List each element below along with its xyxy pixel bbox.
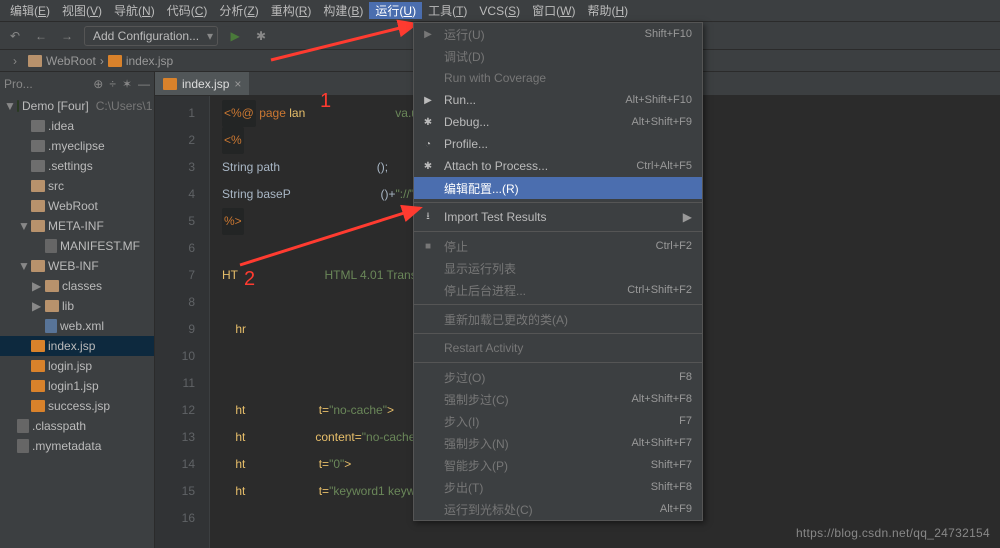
tree-.idea[interactable]: .idea xyxy=(0,116,154,136)
tree-web.xml[interactable]: web.xml xyxy=(0,316,154,336)
tree-MANIFEST.MF[interactable]: MANIFEST.MF xyxy=(0,236,154,256)
tree-WebRoot[interactable]: WebRoot xyxy=(0,196,154,216)
menuitem-运行(U): ▶运行(U)Shift+F10 xyxy=(414,23,702,45)
menuitem-重新加载已更改的类(A): 重新加载已更改的类(A) xyxy=(414,308,702,330)
menuitem-强制步过(C): 强制步过(C)Alt+Shift+F8 xyxy=(414,388,702,410)
collapse-icon[interactable]: ÷ xyxy=(109,77,116,91)
menuitem-调试(D): 调试(D) xyxy=(414,45,702,67)
menu-3[interactable]: 代码(C) xyxy=(161,2,214,19)
menu-10[interactable]: 窗口(W) xyxy=(526,2,581,19)
crumb-file[interactable]: index.jsp xyxy=(126,54,173,68)
project-sidebar: Pro... ⊕ ÷ ✶ — ▼Demo [Four]C:\Users\1.id… xyxy=(0,72,155,548)
annotation-number-1: 1 xyxy=(320,90,331,113)
tree-src[interactable]: src xyxy=(0,176,154,196)
tree-META-INF[interactable]: ▼META-INF xyxy=(0,216,154,236)
run-config-dropdown[interactable]: Add Configuration... xyxy=(84,26,218,46)
tree-login1.jsp[interactable]: login1.jsp xyxy=(0,376,154,396)
tree-classes[interactable]: ▶classes xyxy=(0,276,154,296)
tree-WEB-INF[interactable]: ▼WEB-INF xyxy=(0,256,154,276)
undo-icon[interactable]: ↶ xyxy=(6,27,24,45)
forward-icon[interactable]: → xyxy=(58,27,76,45)
menu-2[interactable]: 导航(N) xyxy=(108,2,161,19)
menu-1[interactable]: 视图(V) xyxy=(56,2,108,19)
menuitem-显示运行列表: 显示运行列表 xyxy=(414,257,702,279)
gear-icon[interactable]: ✶ xyxy=(122,77,132,91)
back-icon[interactable]: ← xyxy=(32,27,50,45)
menuitem-步过(O): 步过(O)F8 xyxy=(414,366,702,388)
tab-indexjsp[interactable]: index.jsp × xyxy=(155,72,249,95)
menu-0[interactable]: 编辑(E) xyxy=(4,2,56,19)
hide-icon[interactable]: — xyxy=(138,77,150,91)
run-menu[interactable]: ▶运行(U)Shift+F10调试(D)Run with Coverage▶Ru… xyxy=(413,22,703,521)
chevron-right-icon: › xyxy=(6,52,24,70)
tree-index.jsp[interactable]: index.jsp xyxy=(0,336,154,356)
menuitem-Restart Activity: Restart Activity xyxy=(414,337,702,359)
menuitem-步出(T): 步出(T)Shift+F8 xyxy=(414,476,702,498)
menu-8[interactable]: 工具(T) xyxy=(422,2,473,19)
menuitem-停止后台进程...: 停止后台进程...Ctrl+Shift+F2 xyxy=(414,279,702,301)
tree-login.jsp[interactable]: login.jsp xyxy=(0,356,154,376)
sidebar-title: Pro... xyxy=(4,77,33,91)
tree-.myeclipse[interactable]: .myeclipse xyxy=(0,136,154,156)
crumb-webroot[interactable]: WebRoot xyxy=(46,54,96,68)
run-icon[interactable]: ▶ xyxy=(226,27,244,45)
debug-icon[interactable]: ✱ xyxy=(252,27,270,45)
menuitem-Run with Coverage: Run with Coverage xyxy=(414,67,702,89)
menuitem-Profile...[interactable]: ◔Profile... xyxy=(414,133,702,155)
tree-Demo [Four][interactable]: ▼Demo [Four]C:\Users\1 xyxy=(0,96,154,116)
menuitem-Import Test Results[interactable]: ⭳Import Test Results▶ xyxy=(414,206,702,228)
jsp-icon xyxy=(163,78,177,90)
menu-11[interactable]: 帮助(H) xyxy=(581,2,634,19)
menu-9[interactable]: VCS(S) xyxy=(473,4,526,18)
menuitem-Debug...[interactable]: ✱Debug...Alt+Shift+F9 xyxy=(414,111,702,133)
tree-lib[interactable]: ▶lib xyxy=(0,296,154,316)
menu-7[interactable]: 运行(U) xyxy=(369,2,422,19)
menuitem-运行到光标处(C): 运行到光标处(C)Alt+F9 xyxy=(414,498,702,520)
menuitem-Run...[interactable]: ▶Run...Alt+Shift+F10 xyxy=(414,89,702,111)
menuitem-Attach to Process...[interactable]: ✱Attach to Process...Ctrl+Alt+F5 xyxy=(414,155,702,177)
annotation-number-2: 2 xyxy=(244,268,255,291)
menuitem-智能步入(P): 智能步入(P)Shift+F7 xyxy=(414,454,702,476)
project-tree[interactable]: ▼Demo [Four]C:\Users\1.idea.myeclipse.se… xyxy=(0,96,154,548)
tab-label: index.jsp xyxy=(182,77,229,91)
menubar: 编辑(E)视图(V)导航(N)代码(C)分析(Z)重构(R)构建(B)运行(U)… xyxy=(0,0,1000,22)
tree-success.jsp[interactable]: success.jsp xyxy=(0,396,154,416)
target-icon[interactable]: ⊕ xyxy=(93,77,103,91)
menu-5[interactable]: 重构(R) xyxy=(265,2,318,19)
tree-.settings[interactable]: .settings xyxy=(0,156,154,176)
menuitem-停止: ■停止Ctrl+F2 xyxy=(414,235,702,257)
menuitem-强制步入(N): 强制步入(N)Alt+Shift+F7 xyxy=(414,432,702,454)
menu-6[interactable]: 构建(B) xyxy=(317,2,369,19)
gutter: 12345678910111213141516 xyxy=(155,96,210,548)
menuitem-编辑配置...(R)[interactable]: 编辑配置...(R) xyxy=(414,177,702,199)
sidebar-header: Pro... ⊕ ÷ ✶ — xyxy=(0,72,154,96)
watermark: https://blog.csdn.net/qq_24732154 xyxy=(796,526,990,540)
close-icon[interactable]: × xyxy=(234,77,241,91)
menu-4[interactable]: 分析(Z) xyxy=(213,2,264,19)
menuitem-步入(I): 步入(I)F7 xyxy=(414,410,702,432)
jsp-icon xyxy=(108,55,122,67)
tree-.mymetadata[interactable]: .mymetadata xyxy=(0,436,154,456)
tree-.classpath[interactable]: .classpath xyxy=(0,416,154,436)
folder-icon xyxy=(28,55,42,67)
